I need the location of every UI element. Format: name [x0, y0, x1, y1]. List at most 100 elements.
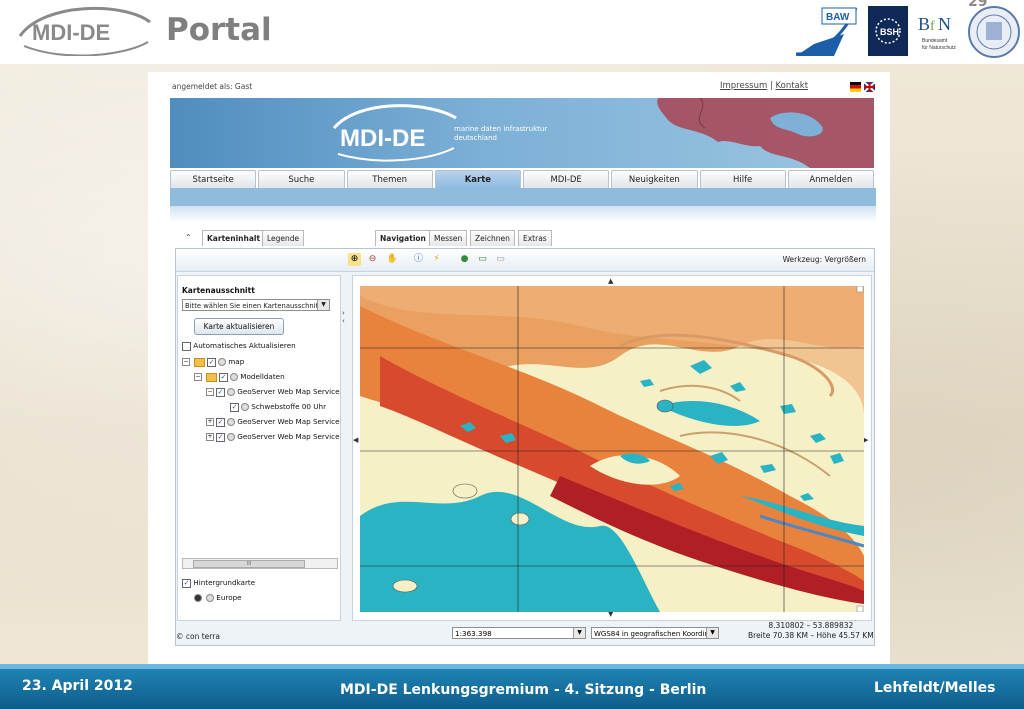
layer-checkbox[interactable]: ✓: [216, 417, 225, 427]
footer-authors: Lehfeldt/Melles: [874, 680, 996, 696]
zoom-in-icon[interactable]: ⊕: [348, 253, 361, 266]
svg-text:f: f: [930, 19, 935, 34]
layer-checkbox[interactable]: ✓: [216, 387, 225, 397]
impressum-link[interactable]: Impressum: [720, 81, 767, 91]
lightning-icon[interactable]: ⚡: [430, 253, 443, 266]
expand-icon[interactable]: −: [206, 388, 214, 396]
tree-node-modelldaten: − ✓ Modelldaten: [194, 372, 285, 382]
layer-checkbox[interactable]: ✓: [207, 357, 216, 367]
map-application: ⊕ ⊖ ✋ ⓘ ⚡ ● ▭ ▭ Werkzeug: Vergrößern Kar…: [175, 248, 875, 646]
copyright-text: © con terra: [176, 632, 220, 641]
map-view[interactable]: ▲ ▼ ◀ ▶: [352, 275, 872, 621]
banner-subtitle-line-2: deutschland: [454, 134, 497, 142]
layer-status-icon: [227, 388, 236, 396]
svg-text:B: B: [918, 14, 930, 34]
page-title: Portal: [166, 12, 272, 48]
auto-refresh-label: Automatisches Aktualisieren: [193, 341, 296, 350]
tree-label: Schwebstoffe 00 Uhr: [251, 402, 327, 411]
panel-resize-arrows-icon[interactable]: › ‹: [342, 309, 345, 325]
previous-extent-icon[interactable]: ▭: [476, 253, 489, 266]
tree-node-wms-2: + ✓ GeoServer Web Map Service: [206, 417, 340, 427]
refresh-map-button[interactable]: Karte aktualisieren: [194, 318, 284, 335]
tree-label: map: [228, 357, 245, 366]
page-number: 29: [968, 0, 988, 10]
coordinate-readout: 8.310802 – 53.889832 Breite 70.38 KM – H…: [748, 621, 874, 641]
tree-node-schwebstoffe: ✓ Schwebstoffe 00 Uhr: [230, 402, 326, 412]
tab-legende[interactable]: Legende: [262, 230, 305, 246]
expand-icon[interactable]: +: [206, 418, 214, 426]
map-section-title: Kartenausschnitt: [182, 286, 255, 295]
kontakt-link[interactable]: Kontakt: [776, 81, 809, 91]
layer-status-icon: [218, 358, 227, 366]
pan-hand-icon[interactable]: ✋: [386, 253, 399, 266]
nav-tab-suche[interactable]: Suche: [258, 170, 345, 188]
sediment-map[interactable]: [360, 286, 864, 612]
background-option-label: Europe: [216, 593, 242, 602]
svg-text:N: N: [938, 14, 951, 34]
map-toolbar: ⊕ ⊖ ✋ ⓘ ⚡ ● ▭ ▭ Werkzeug: Vergrößern: [176, 249, 874, 272]
nav-tab-startseite[interactable]: Startseite: [170, 170, 257, 188]
expand-icon[interactable]: −: [182, 358, 190, 366]
layer-panel: Kartenausschnitt Bitte wählen Sie einen …: [177, 275, 341, 621]
tab-messen[interactable]: Messen: [429, 230, 468, 246]
nav-tab-hilfe[interactable]: Hilfe: [699, 170, 786, 188]
tab-extras[interactable]: Extras: [518, 230, 552, 246]
banner-subtitle-line-1: marine daten infrastruktur: [454, 125, 548, 133]
nav-tab-themen[interactable]: Themen: [346, 170, 433, 188]
pan-north-icon[interactable]: ▲: [608, 277, 613, 285]
chevron-down-icon[interactable]: ▼: [706, 628, 718, 638]
nav-gradient: [170, 206, 876, 222]
background-map-checkbox[interactable]: ✓: [182, 578, 191, 588]
tree-node-wms-3: + ✓ GeoServer Web Map Service: [206, 432, 340, 442]
layer-checkbox[interactable]: ✓: [219, 372, 228, 382]
projection-select[interactable]: WGS84 in geografischen Koordinaten ▼: [591, 627, 719, 639]
layer-tree-scrollbar[interactable]: III: [182, 558, 338, 569]
map-extent-select[interactable]: Bitte wählen Sie einen Kartenausschnitt …: [182, 299, 330, 311]
folder-icon: [206, 372, 217, 382]
next-extent-icon[interactable]: ▭: [494, 253, 507, 266]
coordinates: 8.310802 – 53.889832: [768, 621, 854, 630]
map-extent: Breite 70.38 KM – Höhe 45.57 KM: [748, 631, 874, 640]
english-flag-icon[interactable]: [863, 81, 876, 93]
svg-text:BSH: BSH: [880, 27, 899, 37]
svg-text:Bundesamt: Bundesamt: [922, 38, 948, 44]
tree-label: Modelldaten: [240, 372, 285, 381]
nav-tab-karte[interactable]: Karte: [434, 170, 521, 188]
background-radio[interactable]: [194, 594, 202, 602]
university-seal: [968, 6, 1020, 58]
nav-tab-mdi-de[interactable]: MDI-DE: [523, 170, 610, 188]
scrollbar-thumb[interactable]: III: [193, 560, 305, 568]
layer-status-icon: [206, 594, 215, 602]
chevron-down-icon[interactable]: ▼: [573, 628, 585, 638]
banner-mdi-de-logo: MDI-DE: [332, 104, 457, 162]
chevron-down-icon[interactable]: ▼: [317, 300, 329, 310]
auto-refresh-checkbox[interactable]: [182, 341, 191, 351]
scale-value: 1:363.398: [455, 629, 492, 638]
tab-navigation[interactable]: Navigation: [375, 230, 431, 246]
tree-node-wms-1: − ✓ GeoServer Web Map Service: [206, 387, 340, 397]
pan-west-icon[interactable]: ◀: [353, 436, 358, 444]
tab-zeichnen[interactable]: Zeichnen: [470, 230, 515, 246]
layer-status-icon: [227, 433, 236, 441]
german-flag-icon[interactable]: [850, 82, 861, 92]
scale-select[interactable]: 1:363.398 ▼: [452, 627, 586, 639]
zoom-out-icon[interactable]: ⊖: [366, 253, 379, 266]
slide-header: MDI-DE Portal BAW BSH B f N Bundesamt fü…: [0, 0, 1024, 64]
collapse-arrow-icon[interactable]: ⌃: [185, 233, 192, 242]
layer-checkbox[interactable]: ✓: [230, 402, 239, 412]
top-links: Impressum | Kontakt: [720, 81, 809, 91]
expand-icon[interactable]: +: [206, 433, 214, 441]
info-icon[interactable]: ⓘ: [412, 253, 425, 266]
nav-tab-neuigkeiten[interactable]: Neuigkeiten: [611, 170, 698, 188]
layer-checkbox[interactable]: ✓: [216, 432, 225, 442]
tab-karteninhalt[interactable]: Karteninhalt: [202, 230, 266, 246]
background-map-row: ✓ Hintergrundkarte: [182, 578, 255, 588]
projection-value: WGS84 in geografischen Koordinaten: [594, 630, 719, 638]
map-extent-select-value: Bitte wählen Sie einen Kartenausschnitt: [185, 302, 321, 310]
folder-icon: [194, 357, 205, 367]
globe-icon[interactable]: ●: [458, 253, 471, 266]
bfn-logo: B f N Bundesamt für Naturschutz: [918, 14, 956, 51]
expand-icon[interactable]: −: [194, 373, 202, 381]
nav-tab-anmelden[interactable]: Anmelden: [787, 170, 874, 188]
tree-label: GeoServer Web Map Service: [237, 417, 340, 426]
